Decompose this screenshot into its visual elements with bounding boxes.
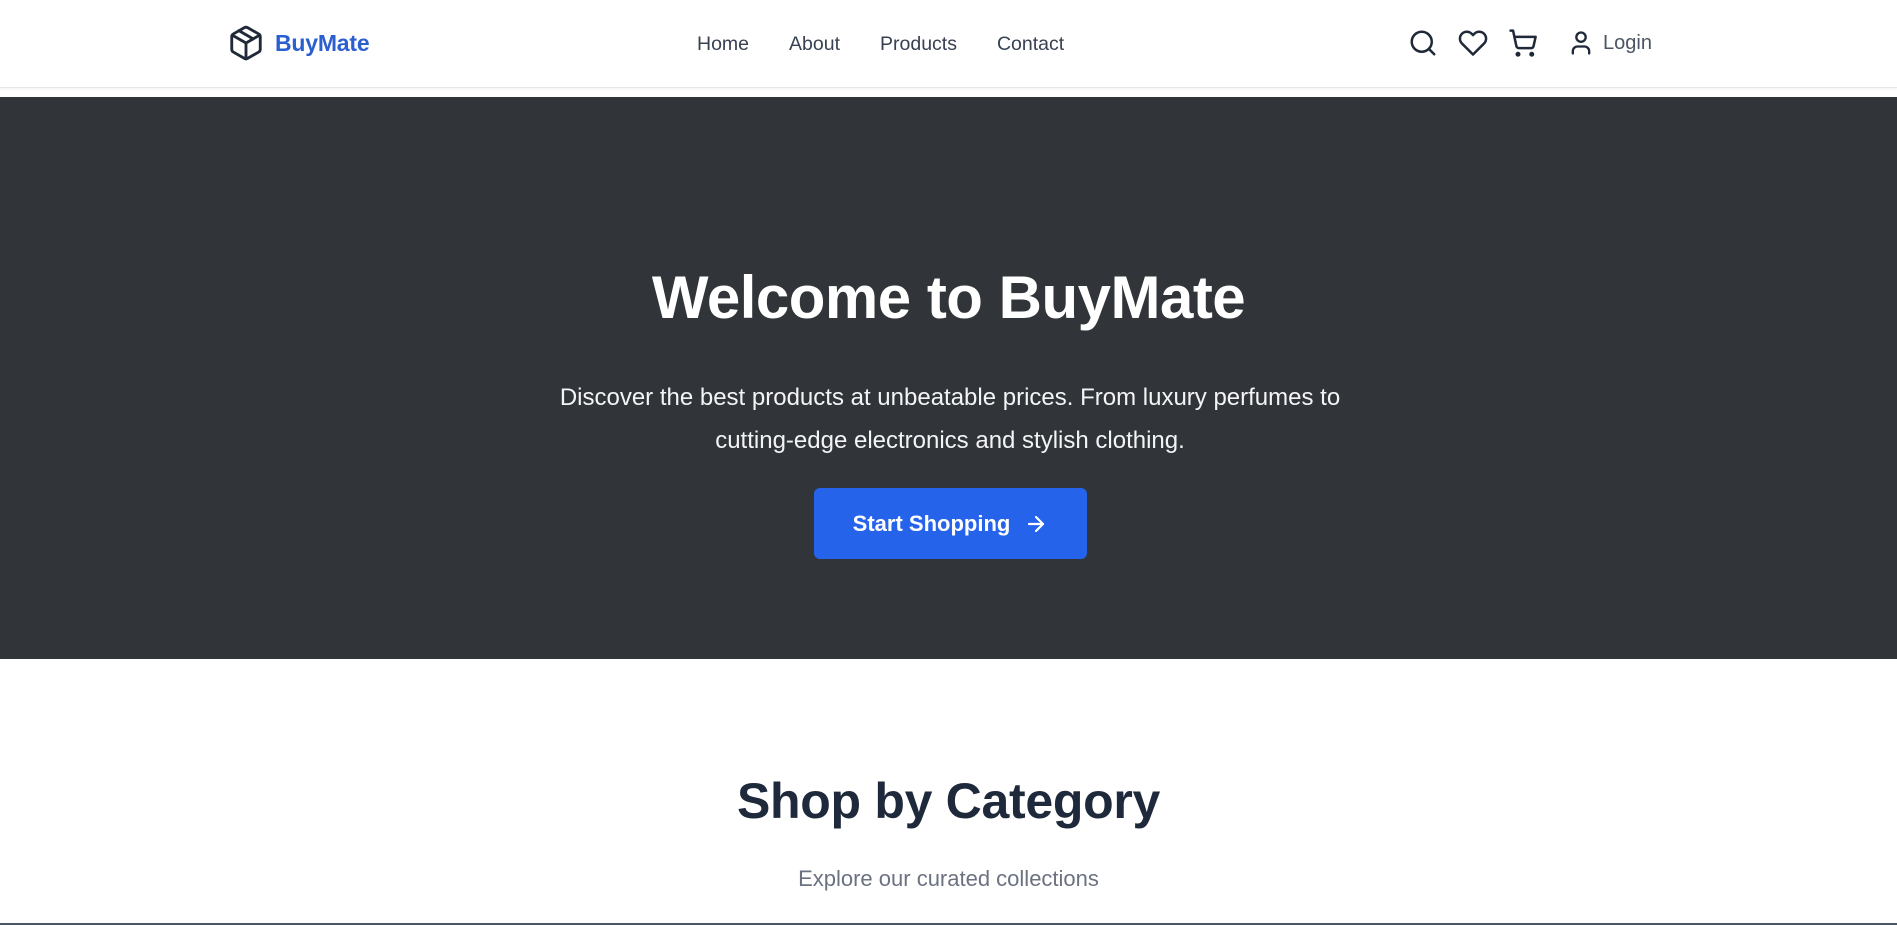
wishlist-button[interactable] <box>1455 24 1491 62</box>
cart-button[interactable] <box>1505 24 1541 62</box>
user-icon <box>1567 28 1595 58</box>
login-link[interactable]: Login <box>1567 28 1652 58</box>
hero-section: Welcome to BuyMate Discover the best pro… <box>0 97 1897 659</box>
nav-link-products[interactable]: Products <box>880 30 957 58</box>
category-subtitle: Explore our curated collections <box>798 866 1099 891</box>
brand-logo-link[interactable]: BuyMate <box>227 24 370 62</box>
page: BuyMate Home About Products Contact Logi… <box>0 0 1897 925</box>
arrow-right-icon <box>1024 512 1048 536</box>
search-button[interactable] <box>1405 24 1441 62</box>
cart-icon <box>1508 28 1538 58</box>
nav-link-contact[interactable]: Contact <box>997 30 1064 58</box>
header-actions: Login <box>1405 24 1652 62</box>
hero-title: Welcome to BuyMate <box>651 264 1246 331</box>
hero-subtitle: Discover the best products at unbeatable… <box>559 384 1341 454</box>
main-nav: Home About Products Contact <box>697 30 1064 58</box>
package-box-icon <box>227 24 265 62</box>
nav-link-about[interactable]: About <box>789 30 840 58</box>
login-label: Login <box>1603 31 1652 54</box>
search-icon <box>1408 28 1438 58</box>
brand-name: BuyMate <box>275 29 370 56</box>
start-shopping-button[interactable]: Start Shopping <box>814 488 1087 559</box>
site-header: BuyMate Home About Products Contact Logi… <box>0 0 1897 88</box>
nav-link-home[interactable]: Home <box>697 30 749 58</box>
start-shopping-label: Start Shopping <box>852 510 1011 536</box>
heart-icon <box>1458 28 1488 58</box>
category-title: Shop by Category <box>736 773 1161 829</box>
